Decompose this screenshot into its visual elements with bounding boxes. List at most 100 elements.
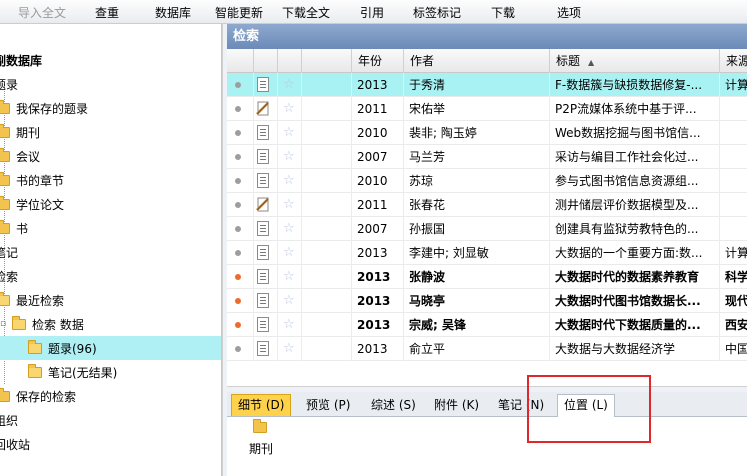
download-button[interactable]: 下载 bbox=[491, 4, 515, 21]
table-row[interactable]: ☆ 2007 孙振国 创建具有监狱劳教特色的... bbox=[227, 217, 747, 241]
document-icon[interactable] bbox=[257, 77, 269, 92]
tree-item-organize[interactable]: 组织 bbox=[0, 408, 18, 432]
table-row[interactable]: ☆ 2010 裴非; 陶玉婷 Web数据挖掘与图书馆信... bbox=[227, 121, 747, 145]
unread-dot-icon[interactable] bbox=[235, 322, 241, 328]
document-icon[interactable] bbox=[257, 269, 269, 284]
tree-item-search-records[interactable]: 题录(96) bbox=[0, 336, 221, 360]
collapse-icon[interactable]: ▫ bbox=[0, 319, 10, 329]
star-icon[interactable]: ☆ bbox=[283, 124, 295, 141]
unread-dot-icon[interactable] bbox=[235, 274, 241, 280]
tab-attachments[interactable]: 附件 (K) bbox=[427, 394, 486, 416]
document-icon[interactable] bbox=[257, 317, 269, 332]
tag-mark-button[interactable]: 标签标记 bbox=[413, 4, 461, 21]
table-row[interactable]: ☆ 2011 张春花 测井储层评价数据模型及... bbox=[227, 193, 747, 217]
table-row[interactable]: ☆ 2013 李建中; 刘显敏 大数据的一个重要方面:数... 计算 bbox=[227, 241, 747, 265]
tree-item-label: 我保存的题录 bbox=[16, 101, 89, 116]
star-icon[interactable]: ☆ bbox=[283, 148, 295, 165]
read-dot-icon[interactable] bbox=[235, 178, 241, 184]
read-dot-icon[interactable] bbox=[235, 130, 241, 136]
column-author-label: 作者 bbox=[410, 54, 435, 68]
star-icon[interactable]: ☆ bbox=[283, 220, 295, 237]
tree-item-thesis[interactable]: 学位论文 bbox=[0, 192, 64, 216]
column-year[interactable]: 年份 bbox=[351, 49, 403, 73]
results-panel: 检索 年份 作者 标题 ▲ 来源 ☆ 2013 于秀清 F-数据簇与缺损数据修复-...… bbox=[227, 24, 747, 476]
tree-item-search-data[interactable]: ▫ 检索 数据 bbox=[0, 312, 84, 336]
tree-item-my-saved[interactable]: 我保存的题录 bbox=[0, 96, 88, 120]
column-empty[interactable] bbox=[301, 49, 351, 73]
read-dot-icon[interactable] bbox=[235, 154, 241, 160]
attachment-clip-icon[interactable] bbox=[255, 100, 271, 117]
tree-item-database[interactable]: 副数据库 bbox=[0, 48, 42, 72]
cell-author: 张静波 bbox=[409, 270, 446, 284]
read-dot-icon[interactable] bbox=[235, 82, 241, 88]
tree-item-recycle-bin[interactable]: 回收站 bbox=[0, 432, 30, 456]
tree-item-recent-search[interactable]: 最近检索 bbox=[0, 288, 64, 312]
column-separator bbox=[253, 121, 254, 145]
table-row[interactable]: ☆ 2013 于秀清 F-数据簇与缺损数据修复-... 计算 bbox=[227, 73, 747, 97]
database-button[interactable]: 数据库 bbox=[155, 4, 191, 21]
tree-item-journal[interactable]: 期刊 bbox=[0, 120, 40, 144]
document-icon[interactable] bbox=[257, 341, 269, 356]
read-dot-icon[interactable] bbox=[235, 226, 241, 232]
options-button[interactable]: 选项 bbox=[557, 4, 581, 21]
cite-button[interactable]: 引用 bbox=[360, 4, 384, 21]
star-icon[interactable]: ☆ bbox=[283, 268, 295, 285]
location-folder[interactable]: 期刊 bbox=[249, 419, 273, 457]
table-row[interactable]: ☆ 2013 宗威; 吴锋 大数据时代下数据质量的... 西安 bbox=[227, 313, 747, 337]
table-row[interactable]: ☆ 2011 宋佑举 P2P流媒体系统中基于评... bbox=[227, 97, 747, 121]
column-star[interactable] bbox=[277, 49, 301, 73]
tree-item-book[interactable]: 书 bbox=[0, 216, 28, 240]
tab-summary[interactable]: 综述 (S) bbox=[364, 394, 423, 416]
smart-update-button[interactable]: 智能更新 bbox=[215, 4, 263, 21]
column-author[interactable]: 作者 bbox=[403, 49, 549, 73]
tree-item-saved-search[interactable]: 保存的检索 bbox=[0, 384, 76, 408]
column-separator bbox=[277, 289, 278, 313]
read-dot-icon[interactable] bbox=[235, 250, 241, 256]
cell-title: P2P流媒体系统中基于评... bbox=[555, 102, 697, 116]
document-icon[interactable] bbox=[257, 125, 269, 140]
tree-item-label: 期刊 bbox=[16, 125, 41, 140]
star-icon[interactable]: ☆ bbox=[283, 196, 295, 213]
tree-item-conference[interactable]: 会议 bbox=[0, 144, 40, 168]
tree-item-book-chapter[interactable]: 书的章节 bbox=[0, 168, 64, 192]
tree-item-search[interactable]: 检索 bbox=[0, 264, 18, 288]
document-icon[interactable] bbox=[257, 245, 269, 260]
star-icon[interactable]: ☆ bbox=[283, 100, 295, 117]
tree-item-records[interactable]: 题录 bbox=[0, 72, 18, 96]
star-icon[interactable]: ☆ bbox=[283, 244, 295, 261]
column-title[interactable]: 标题 ▲ bbox=[549, 49, 719, 73]
read-dot-icon[interactable] bbox=[235, 346, 241, 352]
table-row[interactable]: ☆ 2007 马兰芳 采访与编目工作社会化过... bbox=[227, 145, 747, 169]
read-dot-icon[interactable] bbox=[235, 202, 241, 208]
tree-item-notes[interactable]: 笔记 bbox=[0, 240, 18, 264]
attachment-clip-icon[interactable] bbox=[255, 196, 271, 213]
column-source[interactable]: 来源 bbox=[719, 49, 747, 73]
star-icon[interactable]: ☆ bbox=[283, 292, 295, 309]
download-fulltext-button[interactable]: 下载全文 bbox=[282, 4, 330, 21]
column-read-status[interactable] bbox=[227, 49, 253, 73]
star-icon[interactable]: ☆ bbox=[283, 76, 295, 93]
column-attachment[interactable] bbox=[253, 49, 277, 73]
tree-item-label: 题录 bbox=[0, 77, 19, 92]
dedup-button[interactable]: 查重 bbox=[95, 4, 119, 21]
tab-preview[interactable]: 预览 (P) bbox=[299, 394, 357, 416]
tab-details[interactable]: 细节 (D) bbox=[231, 394, 292, 416]
import-fulltext-button[interactable]: 导入全文 bbox=[18, 4, 66, 21]
folder-open-icon bbox=[28, 363, 42, 378]
star-icon[interactable]: ☆ bbox=[283, 172, 295, 189]
star-icon[interactable]: ☆ bbox=[283, 340, 295, 357]
table-row[interactable]: ☆ 2013 俞立平 大数据与大数据经济学 中国 bbox=[227, 337, 747, 361]
cell-source: 中国 bbox=[725, 342, 747, 356]
tree-item-search-notes[interactable]: 笔记(无结果) bbox=[28, 360, 117, 384]
table-row[interactable]: ☆ 2013 张静波 大数据时代的数据素养教育 科学 bbox=[227, 265, 747, 289]
column-separator bbox=[253, 145, 254, 169]
document-icon[interactable] bbox=[257, 221, 269, 236]
table-row[interactable]: ☆ 2013 马晓亭 大数据时代图书馆数据长... 现代 bbox=[227, 289, 747, 313]
star-icon[interactable]: ☆ bbox=[283, 316, 295, 333]
table-row[interactable]: ☆ 2010 苏琼 参与式图书馆信息资源组... bbox=[227, 169, 747, 193]
document-icon[interactable] bbox=[257, 293, 269, 308]
unread-dot-icon[interactable] bbox=[235, 298, 241, 304]
document-icon[interactable] bbox=[257, 149, 269, 164]
document-icon[interactable] bbox=[257, 173, 269, 188]
read-dot-icon[interactable] bbox=[235, 106, 241, 112]
